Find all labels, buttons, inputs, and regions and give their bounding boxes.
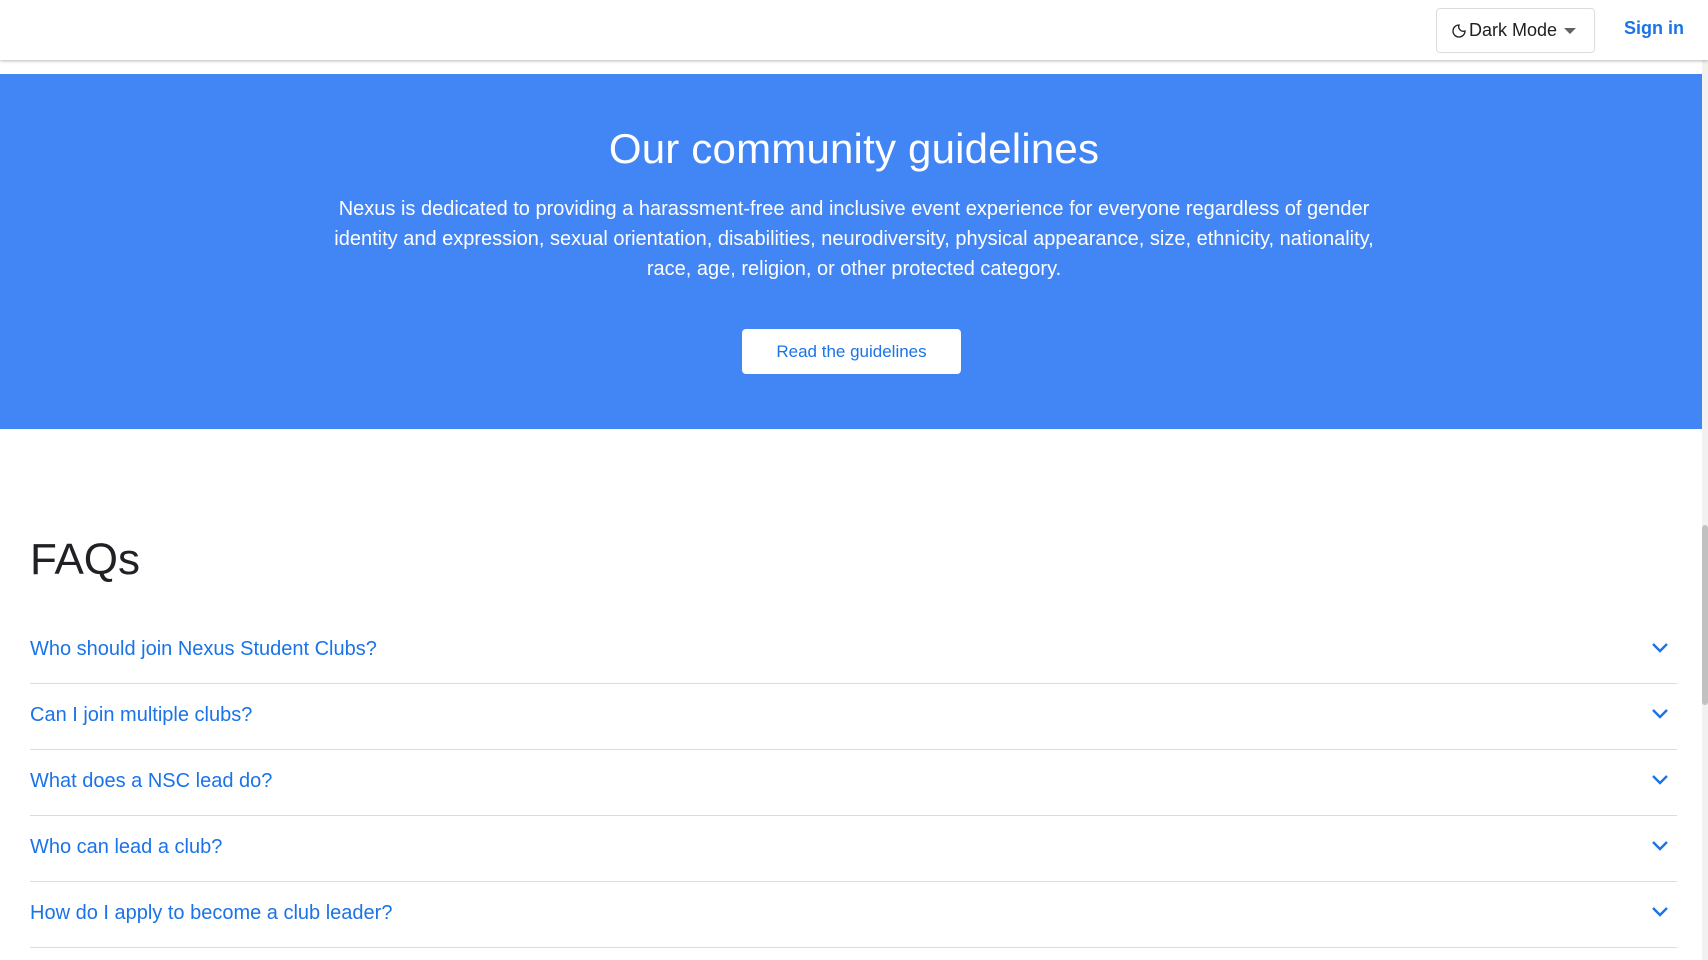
chevron-down-icon xyxy=(1652,643,1668,653)
faq-list: Who should join Nexus Student Clubs? Can… xyxy=(30,618,1677,948)
read-guidelines-button[interactable]: Read the guidelines xyxy=(742,329,961,374)
faq-heading: FAQs xyxy=(30,535,141,584)
scrollbar-thumb[interactable] xyxy=(1702,525,1708,705)
guidelines-title: Our community guidelines xyxy=(608,125,1100,172)
theme-mode-dropdown[interactable]: Dark Mode xyxy=(1436,8,1595,53)
faq-item[interactable]: Can I join multiple clubs? xyxy=(30,684,1677,750)
faq-question: Who should join Nexus Student Clubs? xyxy=(30,638,377,660)
faq-question: Who can lead a club? xyxy=(30,836,223,858)
chevron-down-icon xyxy=(1652,841,1668,851)
faq-item[interactable]: How do I apply to become a club leader? xyxy=(30,882,1677,948)
community-guidelines-section: Our community guidelines Nexus is dedica… xyxy=(0,74,1708,429)
chevron-down-icon xyxy=(1652,775,1668,785)
faq-item[interactable]: What does a NSC lead do? xyxy=(30,750,1677,816)
caret-down-icon xyxy=(1564,28,1576,34)
faq-item[interactable]: Who should join Nexus Student Clubs? xyxy=(30,618,1677,684)
faq-question: Can I join multiple clubs? xyxy=(30,704,253,726)
sign-in-link[interactable]: Sign in xyxy=(1624,18,1684,39)
top-app-bar: Dark Mode Sign in xyxy=(0,0,1708,60)
guidelines-description: Nexus is dedicated to providing a harass… xyxy=(334,198,1374,280)
chevron-down-icon xyxy=(1652,907,1668,917)
faq-question: How do I apply to become a club leader? xyxy=(30,902,393,924)
faq-question: What does a NSC lead do? xyxy=(30,770,273,792)
moon-icon xyxy=(1452,23,1466,38)
theme-mode-label: Dark Mode xyxy=(1469,20,1558,40)
faq-item[interactable]: Who can lead a club? xyxy=(30,816,1677,882)
page-scrollbar[interactable] xyxy=(1702,60,1708,960)
chevron-down-icon xyxy=(1652,709,1668,719)
